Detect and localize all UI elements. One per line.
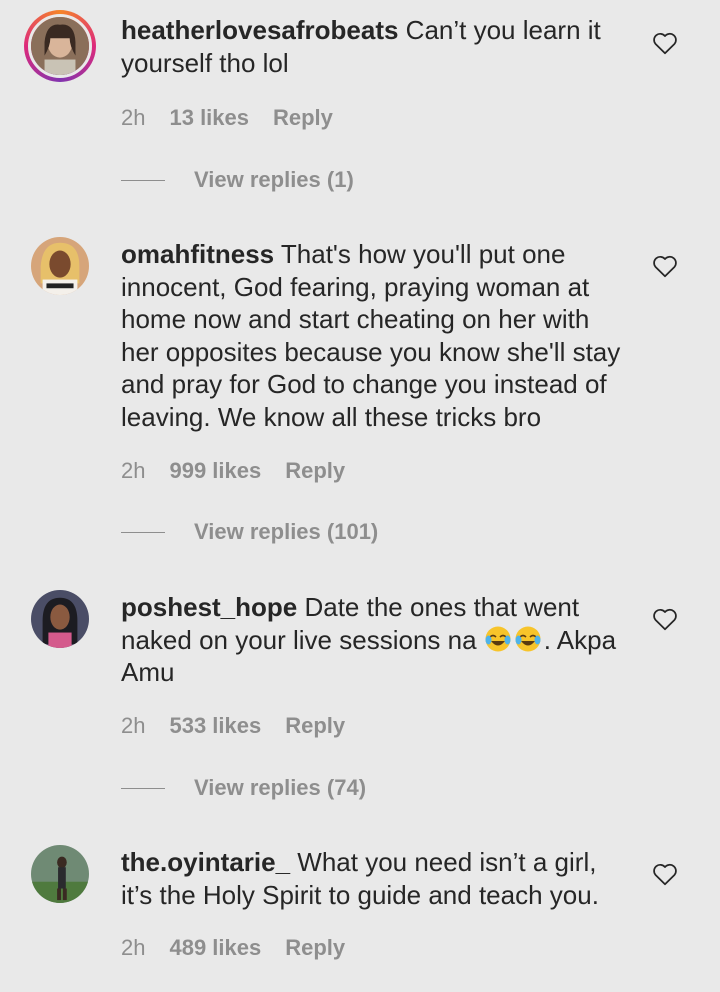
replies-divider-line xyxy=(121,531,165,533)
comment-likes[interactable]: 999 likes xyxy=(169,458,261,484)
comment-time: 2h xyxy=(121,105,146,130)
face-with-tears-of-joy-icon xyxy=(484,625,512,653)
avatar[interactable] xyxy=(31,590,89,648)
comment-text: poshest_hope Date the ones that went nak… xyxy=(121,591,621,689)
view-replies-label: View replies (101) xyxy=(194,519,379,544)
view-replies-label: View replies (1) xyxy=(194,167,354,192)
avatar[interactable] xyxy=(24,10,96,82)
reply-button[interactable]: Reply xyxy=(285,713,345,739)
comment-time: 2h xyxy=(121,458,146,483)
like-heart-icon[interactable] xyxy=(652,31,678,55)
comment-time: 2h xyxy=(121,935,146,960)
comment-time: 2h xyxy=(121,713,146,738)
like-heart-icon[interactable] xyxy=(652,254,678,278)
like-heart-icon[interactable] xyxy=(652,607,678,631)
avatar-image xyxy=(31,17,89,75)
view-replies-button[interactable]: View replies (1) xyxy=(121,167,354,193)
avatar-image xyxy=(31,237,89,295)
avatar[interactable] xyxy=(31,237,89,295)
avatar-image xyxy=(31,845,89,903)
replies-divider-line xyxy=(121,787,165,789)
reply-button[interactable]: Reply xyxy=(273,105,333,131)
avatar[interactable] xyxy=(31,845,89,903)
reply-button[interactable]: Reply xyxy=(285,935,345,961)
comment-meta: 2h 489 likes Reply xyxy=(121,935,345,961)
face-with-tears-of-joy-icon xyxy=(514,625,542,653)
comment-text: the.oyintarie_ What you need isn’t a gir… xyxy=(121,846,621,911)
comment-likes[interactable]: 13 likes xyxy=(169,105,249,131)
comment-username[interactable]: heatherlovesafrobeats xyxy=(121,15,398,45)
comment-username[interactable]: poshest_hope xyxy=(121,592,297,622)
view-replies-button[interactable]: View replies (74) xyxy=(121,775,366,801)
comment-meta: 2h 999 likes Reply xyxy=(121,458,345,484)
comment-meta: 2h 13 likes Reply xyxy=(121,105,333,131)
avatar-image xyxy=(31,590,89,648)
like-heart-icon[interactable] xyxy=(652,862,678,886)
comment-text: omahfitness That's how you'll put one in… xyxy=(121,238,621,434)
view-replies-button[interactable]: View replies (101) xyxy=(121,519,378,545)
comment-meta: 2h 533 likes Reply xyxy=(121,713,345,739)
reply-button[interactable]: Reply xyxy=(285,458,345,484)
comment-username[interactable]: the.oyintarie_ xyxy=(121,847,290,877)
view-replies-label: View replies (74) xyxy=(194,775,367,800)
comment-text: heatherlovesafrobeats Can’t you learn it… xyxy=(121,14,621,79)
comment-likes[interactable]: 533 likes xyxy=(169,713,261,739)
comment-username[interactable]: omahfitness xyxy=(121,239,274,269)
comment-likes[interactable]: 489 likes xyxy=(169,935,261,961)
replies-divider-line xyxy=(121,179,165,181)
